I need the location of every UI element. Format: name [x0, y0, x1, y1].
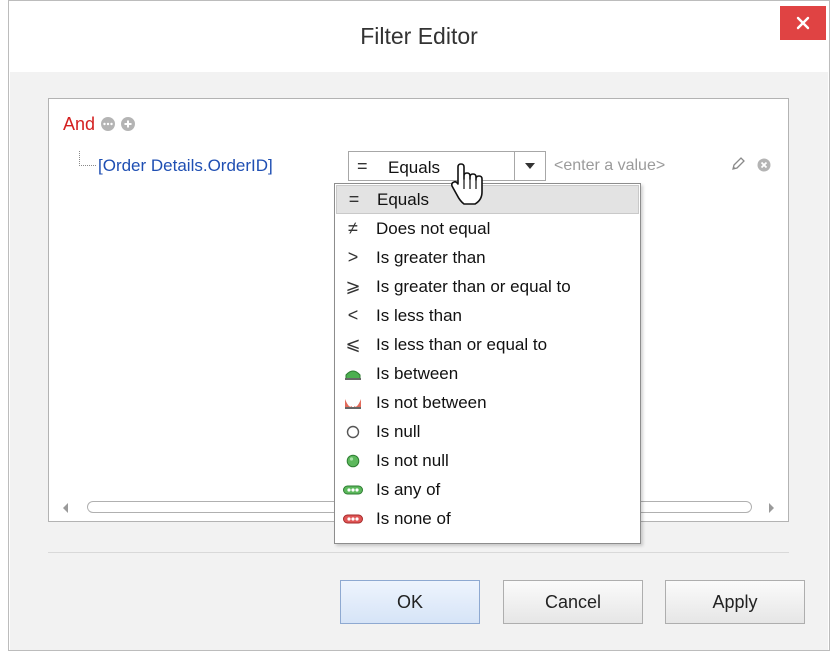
option-label: Is less than	[376, 305, 462, 325]
option-label: Does not equal	[376, 218, 491, 238]
greater-than-icon: >	[347, 247, 359, 267]
more-options-icon[interactable]	[101, 117, 116, 131]
title-bar: Filter Editor	[9, 1, 829, 71]
not-null-icon	[340, 454, 366, 468]
tree-connector	[79, 151, 96, 166]
operator-option-between[interactable]: Is between	[336, 359, 639, 388]
scroll-left-icon[interactable]	[63, 503, 68, 513]
option-label: Is greater than or equal to	[376, 276, 571, 296]
operator-option-does-not-equal[interactable]: ≠ Does not equal	[336, 214, 639, 243]
not-between-icon	[340, 396, 366, 410]
operator-value: Equals	[388, 158, 440, 177]
condition-field[interactable]: [Order Details.OrderID]	[98, 156, 273, 176]
option-label: Is less than or equal to	[376, 334, 548, 354]
option-label: Is null	[376, 421, 421, 441]
divider	[48, 552, 789, 553]
not-equal-icon: ≠	[348, 218, 358, 238]
group-row: And	[63, 113, 136, 135]
cancel-button[interactable]: Cancel	[503, 580, 643, 624]
operator-dropdown-list: = Equals ≠ Does not equal > Is greater t…	[334, 183, 641, 544]
operator-option-greater-than[interactable]: > Is greater than	[336, 243, 639, 272]
none-of-icon	[340, 514, 366, 524]
remove-condition-icon[interactable]	[757, 158, 771, 172]
close-button[interactable]	[780, 6, 826, 40]
ok-button[interactable]: OK	[340, 580, 480, 624]
operator-symbol: =	[357, 156, 368, 176]
window-title: Filter Editor	[360, 23, 478, 49]
less-than-icon: <	[347, 305, 359, 325]
operator-option-less-than[interactable]: < Is less than	[336, 301, 639, 330]
between-icon	[340, 367, 366, 381]
value-field[interactable]: <enter a value>	[554, 157, 665, 175]
operator-option-not-null[interactable]: Is not null	[336, 446, 639, 475]
option-label: Is not between	[376, 392, 487, 412]
operator-combo[interactable]: = Equals	[348, 151, 546, 181]
option-label: Is between	[376, 363, 459, 383]
condition-row: [Order Details.OrderID] = Equals <enter …	[63, 149, 783, 183]
equals-icon: =	[348, 189, 360, 209]
operator-option-not-between[interactable]: Is not between	[336, 388, 639, 417]
scroll-right-icon[interactable]	[769, 503, 774, 513]
operator-option-any-of[interactable]: Is any of	[336, 475, 639, 504]
null-icon	[340, 425, 366, 439]
pencil-icon[interactable]	[730, 156, 746, 172]
option-label: Is any of	[376, 479, 441, 499]
apply-button[interactable]: Apply	[665, 580, 805, 624]
operator-option-less-equal[interactable]: ⩽ Is less than or equal to	[336, 330, 639, 359]
less-equal-icon: ⩽	[345, 334, 361, 354]
operator-option-greater-equal[interactable]: ⩾ Is greater than or equal to	[336, 272, 639, 301]
option-label: Is not null	[376, 450, 449, 470]
hand-cursor-icon	[450, 163, 483, 205]
dropdown-arrow-button[interactable]	[514, 152, 545, 180]
option-label: Is greater than	[376, 247, 486, 267]
operator-option-null[interactable]: Is null	[336, 417, 639, 446]
option-label: Equals	[377, 189, 429, 209]
operator-option-none-of[interactable]: Is none of	[336, 504, 639, 533]
close-icon	[796, 16, 810, 30]
greater-equal-icon: ⩾	[345, 276, 361, 296]
chevron-down-icon	[525, 163, 535, 169]
group-operator[interactable]: And	[63, 114, 95, 135]
option-label: Is none of	[376, 508, 451, 528]
add-condition-icon[interactable]	[121, 117, 136, 131]
any-of-icon	[340, 485, 366, 495]
